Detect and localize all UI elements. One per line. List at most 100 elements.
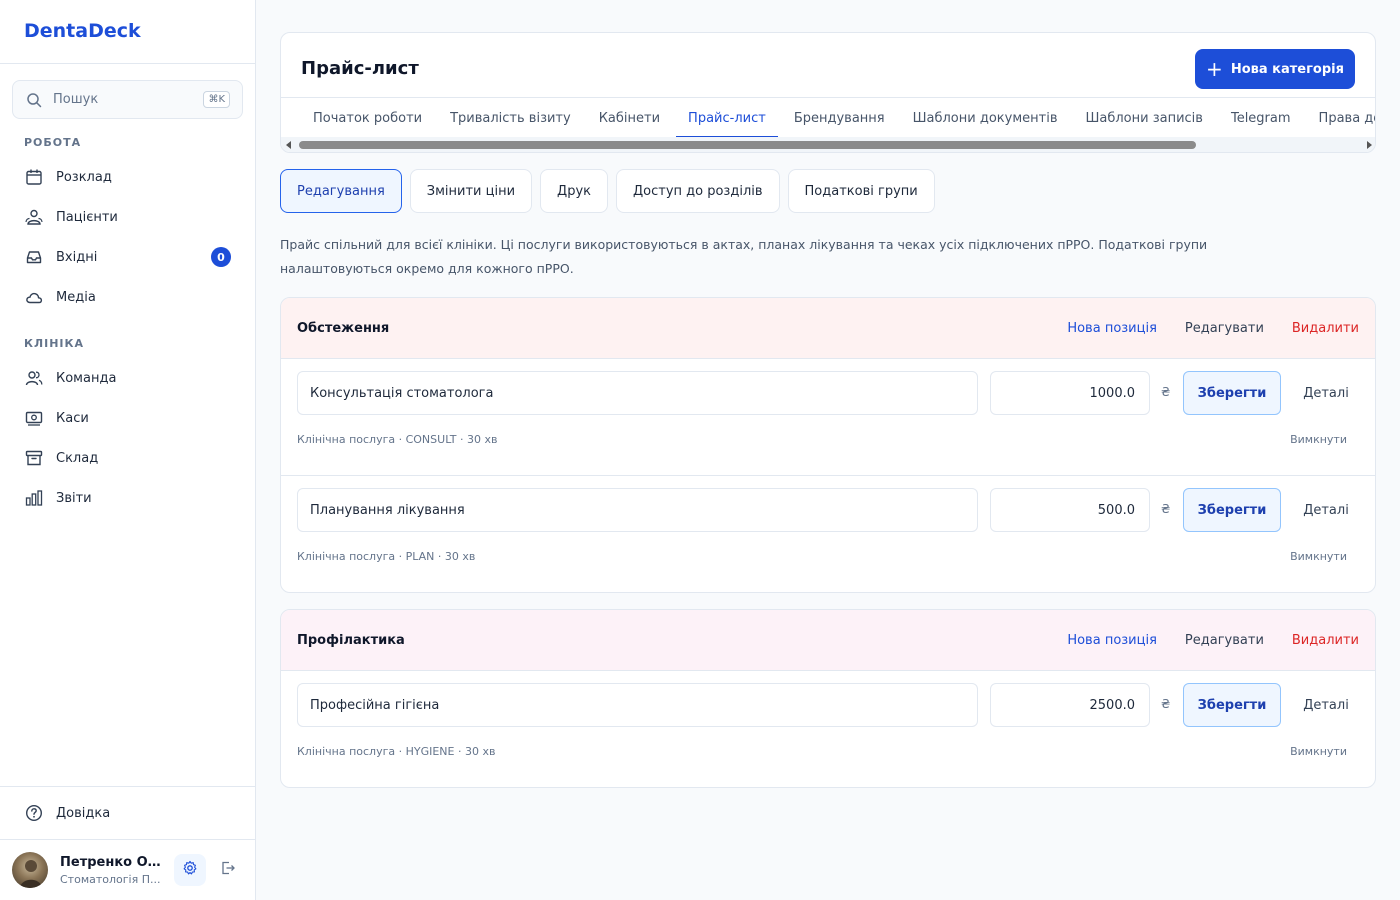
service-name-input[interactable]: Планування лікування <box>297 488 978 532</box>
price-item-row: Консультація стоматолога 1000.0 ₴ Зберег… <box>281 359 1375 476</box>
subtab-change-prices[interactable]: Змінити ціни <box>409 169 533 213</box>
sidebar-item-label: Каси <box>56 410 89 426</box>
tab-rooms[interactable]: Кабінети <box>587 98 672 138</box>
cloud-icon <box>24 287 44 307</box>
category-title: Профілактика <box>297 632 405 648</box>
sidebar-item-label: Розклад <box>56 169 112 185</box>
tab-visit-duration[interactable]: Тривалість візиту <box>438 98 583 138</box>
tab-access-rights[interactable]: Права доступу <box>1307 98 1375 138</box>
archive-icon <box>24 448 44 468</box>
section-label-clinic: КЛІНІКА <box>24 337 85 350</box>
scroll-thumb[interactable] <box>299 141 1196 149</box>
sidebar-item-schedule[interactable]: Розклад <box>12 159 243 195</box>
sidebar-item-label: Медіа <box>56 289 96 305</box>
category-header: Обстеження Нова позиція Редагувати Видал… <box>281 298 1375 359</box>
disable-link[interactable]: Вимкнути <box>1290 745 1347 758</box>
sidebar-item-reports[interactable]: Звіти <box>12 480 243 516</box>
service-price-input[interactable]: 500.0 <box>990 488 1150 532</box>
details-button[interactable]: Деталі <box>1293 488 1359 532</box>
sidebar-divider <box>0 839 255 840</box>
sidebar-item-help[interactable]: Довідка <box>12 795 243 831</box>
inbox-count-badge: 0 <box>211 247 231 267</box>
settings-button[interactable] <box>174 854 206 886</box>
sidebar-item-cash[interactable]: Каси <box>12 400 243 436</box>
avatar[interactable] <box>12 852 48 888</box>
category-card: Обстеження Нова позиція Редагувати Видал… <box>280 297 1376 593</box>
price-item-row: Професійна гігієна 2500.0 ₴ Зберегти Дет… <box>281 671 1375 787</box>
users-icon <box>24 207 44 227</box>
category-card: Профілактика Нова позиція Редагувати Вид… <box>280 609 1376 788</box>
sidebar-item-team[interactable]: Команда <box>12 360 243 396</box>
service-meta: Клінічна послуга · HYGIENE · 30 хв <box>297 745 496 758</box>
sidebar-divider <box>0 786 255 787</box>
price-list-description: Прайс спільний для всієї клініки. Ці пос… <box>280 237 1208 276</box>
brand-logo[interactable]: DentaDeck <box>0 0 255 64</box>
sidebar: DentaDeck Пошук ⌘K РОБОТА Розклад Пацієн… <box>0 0 256 900</box>
save-button[interactable]: Зберегти <box>1183 683 1281 727</box>
new-item-link[interactable]: Нова позиція <box>1067 321 1157 336</box>
save-button[interactable]: Зберегти <box>1183 371 1281 415</box>
search-placeholder: Пошук <box>53 92 99 107</box>
sidebar-item-patients[interactable]: Пацієнти <box>12 199 243 235</box>
currency-symbol: ₴ <box>1161 502 1171 516</box>
delete-category-link[interactable]: Видалити <box>1292 321 1359 336</box>
new-category-button[interactable]: + Нова категорія <box>1195 49 1355 89</box>
sidebar-item-label: Звіти <box>56 490 92 506</box>
details-button[interactable]: Деталі <box>1293 683 1359 727</box>
subtab-section-access[interactable]: Доступ до розділів <box>616 169 780 213</box>
search-icon <box>25 91 43 109</box>
subtab-tax-groups[interactable]: Податкові групи <box>787 169 935 213</box>
service-name-input[interactable]: Консультація стоматолога <box>297 371 978 415</box>
edit-category-link[interactable]: Редагувати <box>1185 321 1264 336</box>
sidebar-item-inbox[interactable]: Вхідні 0 <box>12 239 243 275</box>
currency-symbol: ₴ <box>1161 385 1171 399</box>
team-icon <box>24 368 44 388</box>
scroll-left-icon[interactable] <box>286 141 291 149</box>
tab-document-templates[interactable]: Шаблони документів <box>901 98 1070 138</box>
settings-header-card: Прайс-лист + Нова категорія Початок робо… <box>280 32 1376 153</box>
details-button[interactable]: Деталі <box>1293 371 1359 415</box>
disable-link[interactable]: Вимкнути <box>1290 433 1347 446</box>
service-price-input[interactable]: 2500.0 <box>990 683 1150 727</box>
new-category-label: Нова категорія <box>1230 61 1344 77</box>
new-item-link[interactable]: Нова позиція <box>1067 633 1157 648</box>
cash-icon <box>24 408 44 428</box>
sidebar-item-label: Довідка <box>56 805 111 821</box>
calendar-icon <box>24 167 44 187</box>
page-title: Прайс-лист <box>301 58 419 79</box>
sidebar-item-label: Вхідні <box>56 249 98 265</box>
search-shortcut: ⌘K <box>203 91 230 108</box>
delete-category-link[interactable]: Видалити <box>1292 633 1359 648</box>
sidebar-item-label: Склад <box>56 450 99 466</box>
plus-icon: + <box>1206 57 1223 81</box>
tab-getting-started[interactable]: Початок роботи <box>301 98 434 138</box>
gear-icon <box>182 860 198 880</box>
tab-record-templates[interactable]: Шаблони записів <box>1073 98 1214 138</box>
service-price-input[interactable]: 1000.0 <box>990 371 1150 415</box>
inbox-icon <box>24 247 44 267</box>
sidebar-item-label: Пацієнти <box>56 209 118 225</box>
tab-branding[interactable]: Брендування <box>782 98 897 138</box>
help-icon <box>24 803 44 823</box>
edit-category-link[interactable]: Редагувати <box>1185 633 1264 648</box>
currency-symbol: ₴ <box>1161 697 1171 711</box>
search-input[interactable]: Пошук ⌘K <box>12 80 243 119</box>
logout-icon <box>220 860 236 880</box>
logout-button[interactable] <box>212 854 244 886</box>
tab-telegram[interactable]: Telegram <box>1219 98 1303 138</box>
user-name: Петренко Ол... <box>60 854 164 870</box>
scroll-right-icon[interactable] <box>1367 141 1372 149</box>
tab-price-list[interactable]: Прайс-лист <box>676 98 778 138</box>
sidebar-item-warehouse[interactable]: Склад <box>12 440 243 476</box>
subtab-edit[interactable]: Редагування <box>280 169 402 213</box>
sidebar-item-media[interactable]: Медіа <box>12 279 243 315</box>
service-name-input[interactable]: Професійна гігієна <box>297 683 978 727</box>
price-list-subtabs: Редагування Змінити ціни Друк Доступ до … <box>280 169 943 213</box>
tabs-horizontal-scrollbar[interactable] <box>281 137 1375 152</box>
disable-link[interactable]: Вимкнути <box>1290 550 1347 563</box>
category-title: Обстеження <box>297 320 390 336</box>
user-info: Петренко Ол... Стоматологія П... <box>60 855 164 886</box>
subtab-print[interactable]: Друк <box>540 169 608 213</box>
service-meta: Клінічна послуга · PLAN · 30 хв <box>297 550 476 563</box>
save-button[interactable]: Зберегти <box>1183 488 1281 532</box>
